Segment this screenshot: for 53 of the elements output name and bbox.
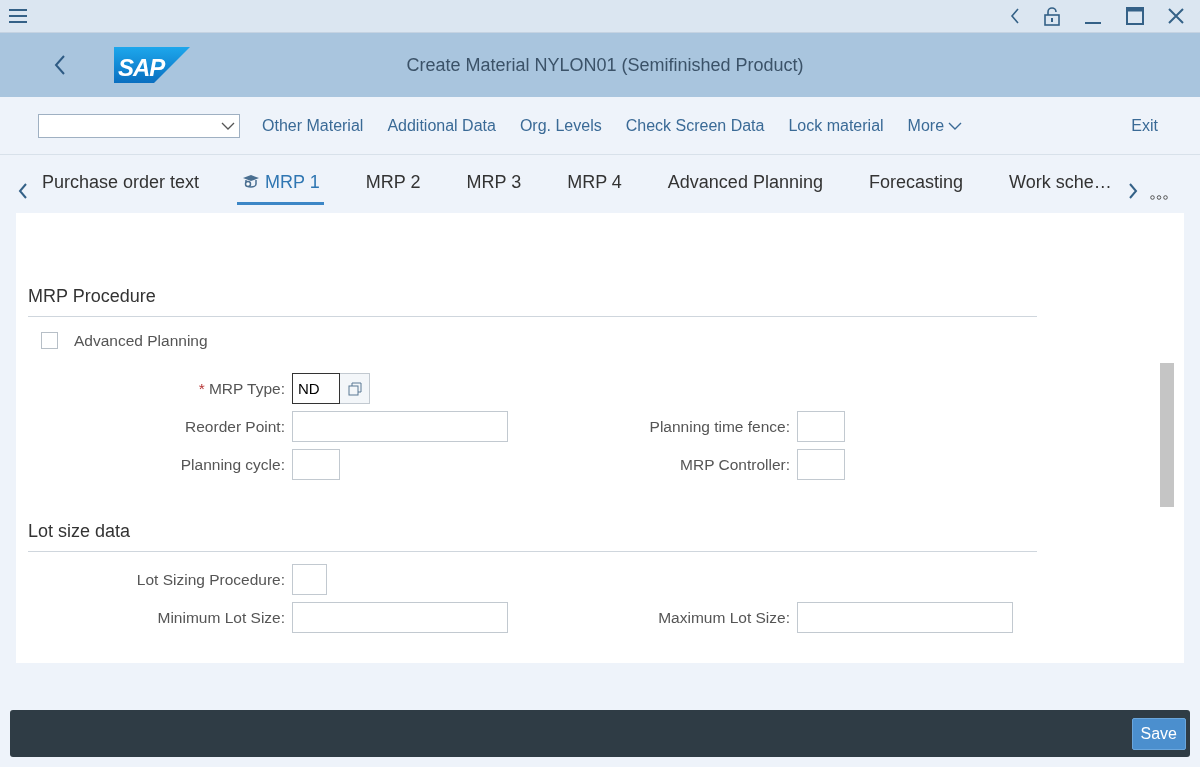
field-label: Lot Sizing Procedure: — [135, 570, 285, 591]
menu-icon[interactable] — [8, 8, 28, 24]
tab[interactable]: Forecasting — [864, 169, 967, 205]
chevron-down-icon — [948, 121, 963, 130]
scroll-left-icon[interactable] — [18, 183, 28, 199]
tab[interactable]: MRP 1 — [237, 169, 324, 205]
save-button[interactable]: Save — [1131, 717, 1186, 750]
tab[interactable]: Advanced Planning — [663, 169, 827, 205]
toolbar-link[interactable]: Lock material — [788, 113, 884, 138]
input-field[interactable] — [797, 602, 1013, 634]
toolbar-link[interactable]: Check Screen Data — [625, 113, 765, 138]
tab[interactable]: MRP 4 — [563, 169, 626, 205]
input-field[interactable] — [292, 449, 340, 481]
field-label: * MRP Type: — [197, 379, 285, 400]
tab[interactable]: Work sche… — [1005, 169, 1116, 205]
input-field[interactable] — [797, 449, 845, 481]
checkbox-label: Advanced Planning — [74, 331, 208, 351]
tab[interactable]: MRP 2 — [361, 169, 425, 205]
field-label: Reorder Point: — [184, 417, 285, 438]
field-label: Maximum Lot Size: — [657, 608, 790, 629]
toolbar-link[interactable]: Additional Data — [387, 113, 496, 138]
more-menu-button[interactable]: More — [907, 113, 963, 138]
scrollbar-thumb[interactable] — [1160, 363, 1174, 507]
input-field[interactable]: ND — [292, 373, 340, 405]
field-label: MRP Controller: — [679, 455, 790, 476]
field-label: Planning time fence: — [648, 417, 790, 438]
input-field[interactable] — [292, 602, 508, 634]
tab[interactable]: MRP 3 — [462, 169, 526, 205]
input-field[interactable] — [292, 411, 508, 443]
chevron-down-icon — [221, 121, 235, 130]
close-icon[interactable] — [1168, 8, 1184, 24]
field-label: Planning cycle: — [179, 455, 285, 476]
maximize-icon[interactable] — [1126, 7, 1144, 25]
tab[interactable]: Purchase order text — [38, 169, 204, 205]
section-title: Lot size data — [28, 518, 1037, 553]
scroll-right-icon[interactable] — [1127, 183, 1138, 199]
copy-icon — [347, 381, 362, 396]
toolbar-link[interactable]: Other Material — [262, 113, 364, 138]
value-help-button[interactable] — [340, 373, 370, 405]
overflow-icon[interactable] — [1149, 195, 1168, 200]
input-field[interactable] — [797, 411, 845, 443]
back-icon[interactable] — [1010, 8, 1020, 24]
back-icon[interactable] — [54, 55, 66, 75]
unlock-icon[interactable] — [1044, 6, 1060, 26]
checkbox[interactable] — [41, 332, 58, 350]
dropdown-field[interactable] — [38, 113, 240, 138]
toolbar-link[interactable]: Org. Levels — [519, 113, 602, 138]
input-field[interactable] — [292, 564, 327, 596]
field-label: Minimum Lot Size: — [156, 608, 285, 629]
sap-logo: SAP — [114, 47, 190, 83]
exit-button[interactable]: Exit — [1131, 113, 1158, 138]
section-title: MRP Procedure — [28, 283, 1037, 317]
window-title: Create Material NYLON01 (Semifinished Product) — [406, 54, 804, 75]
